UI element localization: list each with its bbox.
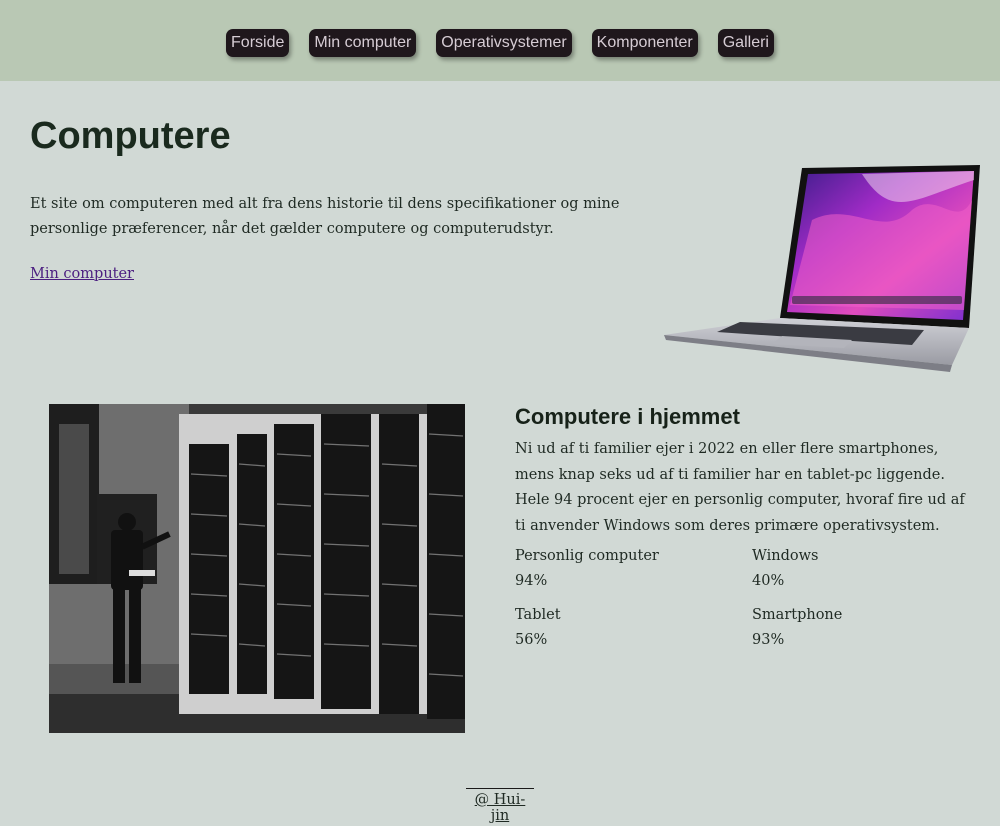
stat-value: 56% — [515, 632, 548, 648]
stat-value: 40% — [752, 573, 785, 589]
server-room-illustration — [49, 404, 465, 733]
stat-value: 93% — [752, 632, 785, 648]
page-title: Computere — [30, 115, 231, 157]
main-nav: Forside Min computer Operativsystemer Ko… — [0, 29, 1000, 57]
min-computer-link[interactable]: Min computer — [30, 266, 134, 282]
stat-label: Windows — [752, 548, 819, 564]
stat-value: 94% — [515, 573, 548, 589]
footer-credit[interactable]: @ Hui-jin — [466, 788, 534, 824]
section-title: Computere i hjemmet — [515, 404, 740, 429]
stat-windows: Windows 40% — [752, 544, 819, 594]
stat-label: Personlig computer — [515, 548, 659, 564]
nav-item-komponenter[interactable]: Komponenter — [591, 29, 698, 57]
nav-item-operativsystemer[interactable]: Operativsystemer — [436, 29, 572, 57]
nav-item-galleri[interactable]: Galleri — [717, 29, 774, 57]
nav-item-forside[interactable]: Forside — [226, 29, 290, 57]
stat-label: Tablet — [515, 607, 561, 623]
laptop-image — [664, 165, 980, 372]
stat-label: Smartphone — [752, 607, 843, 623]
stat-tablet: Tablet 56% — [515, 603, 561, 653]
vintage-computer-photo — [49, 404, 465, 733]
hero-description: Et site om computeren med alt fra dens h… — [30, 196, 620, 237]
stat-smartphone: Smartphone 93% — [752, 603, 842, 653]
nav-item-min-computer[interactable]: Min computer — [309, 29, 417, 57]
stat-personlig-computer: Personlig computer 94% — [515, 544, 659, 594]
section-description: Ni ud af ti familier ejer i 2022 en elle… — [515, 441, 965, 534]
header-bar: Forside Min computer Operativsystemer Ko… — [0, 0, 1000, 81]
